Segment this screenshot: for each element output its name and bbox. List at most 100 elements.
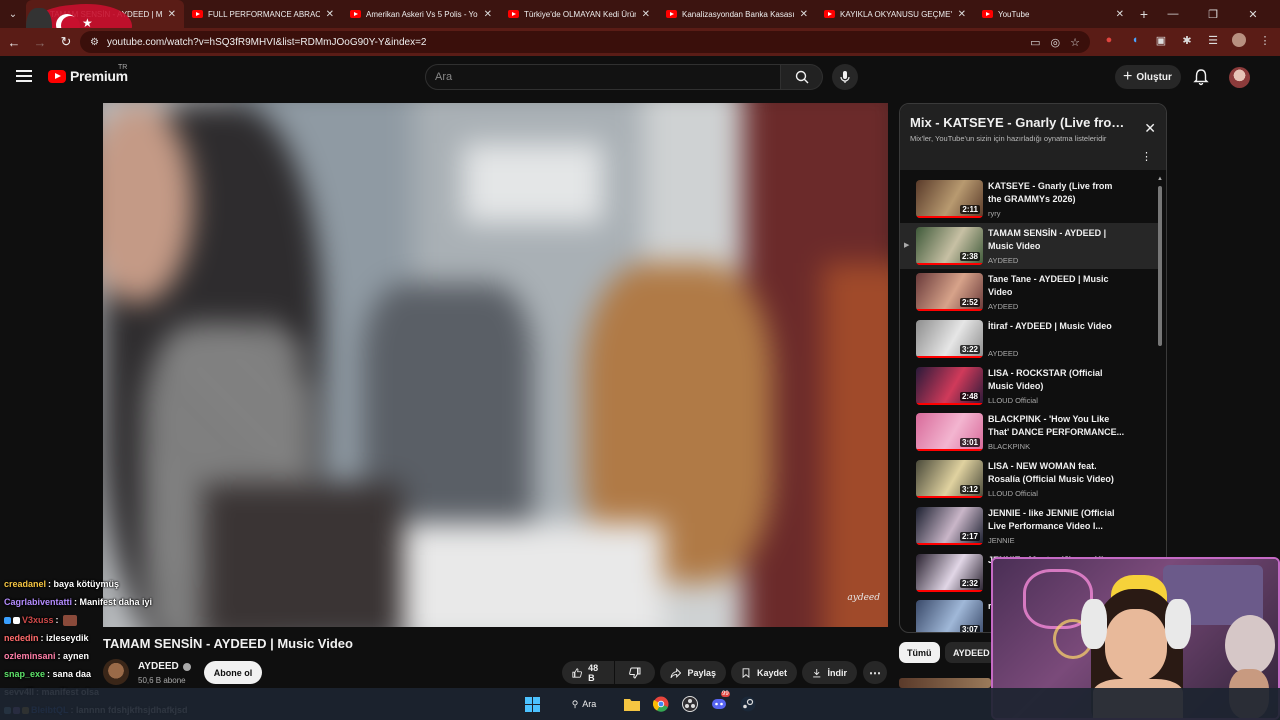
video-player[interactable]: aydeed	[103, 103, 888, 627]
playlist-item-title: İtiraf - AYDEED | Music Video	[988, 321, 1112, 332]
playlist-item-title: Tane Tane - AYDEED | Music Video	[988, 274, 1109, 298]
reload-icon[interactable]: ↻	[52, 28, 80, 56]
playlist-item-channel: ryry	[988, 209, 1001, 218]
create-button[interactable]: + Oluştur	[1115, 65, 1181, 89]
dislike-button[interactable]	[615, 661, 655, 684]
playlist-item[interactable]: 3:01 BLACKPINK - 'How You Like That' DANC…	[900, 409, 1158, 456]
playlist-thumbnail[interactable]: 3:07	[916, 600, 983, 632]
extension-audio-icon[interactable]: ◖	[1128, 33, 1142, 47]
playlist-thumbnail[interactable]: 3:12	[916, 460, 983, 499]
account-avatar[interactable]	[1229, 67, 1250, 88]
browser-tab[interactable]: YouTube ✕	[974, 0, 1132, 28]
chat-username[interactable]: ozleminsani	[4, 651, 56, 661]
save-button[interactable]: Kaydet	[731, 661, 797, 684]
like-button[interactable]: 48 B	[562, 661, 614, 684]
download-button[interactable]: İndir	[802, 661, 857, 684]
playlist-thumbnail[interactable]: 2:48	[916, 366, 983, 405]
browser-menu-icon[interactable]: ⋮	[1258, 33, 1272, 47]
playlist-thumbnail[interactable]: 2:52	[916, 273, 983, 312]
taskbar-search-label: Ara	[582, 699, 597, 709]
playlist-thumbnail[interactable]: 3:22	[916, 320, 983, 359]
youtube-play-icon	[48, 69, 66, 83]
playlist-more-icon[interactable]: ⋮	[1141, 150, 1152, 163]
playlist-thumbnail[interactable]: 2:11	[916, 180, 983, 218]
menu-hamburger-icon[interactable]	[16, 70, 32, 82]
browser-tab[interactable]: FULL PERFORMANCE ABRACAD ✕	[184, 0, 342, 28]
youtube-premium-logo[interactable]: Premium TR	[48, 64, 128, 84]
tab-title: Türkiye'de OLMAYAN Kedi Ürün	[524, 9, 636, 19]
extension-box-icon[interactable]: ▣	[1154, 33, 1168, 47]
scrollbar-thumb[interactable]	[1158, 186, 1162, 346]
playlist-thumbnail[interactable]: 2:32	[916, 553, 983, 592]
extensions-puzzle-icon[interactable]: ✱	[1180, 33, 1194, 47]
minimize-icon[interactable]: —	[1153, 0, 1193, 28]
tab-close-icon[interactable]: ✕	[958, 9, 966, 20]
obs-icon[interactable]	[681, 695, 699, 713]
window-close-icon[interactable]: ✕	[1233, 0, 1273, 28]
playlist-title[interactable]: Mix - KATSEYE - Gnarly (Live from...	[910, 115, 1125, 130]
tab-close-icon[interactable]: ✕	[168, 9, 176, 20]
chat-username[interactable]: snap_exe	[4, 669, 45, 679]
playlist-thumbnail[interactable]: 2:38	[916, 226, 983, 265]
steam-icon[interactable]	[739, 695, 757, 713]
bookmark-star-icon[interactable]: ☆	[1070, 36, 1080, 49]
thumbs-down-icon	[629, 667, 641, 679]
voice-search-button[interactable]	[832, 64, 858, 90]
youtube-favicon-icon	[508, 10, 519, 18]
tab-close-icon[interactable]: ✕	[326, 9, 334, 20]
chat-username[interactable]: creadanel	[4, 579, 46, 589]
search-button[interactable]	[781, 64, 823, 90]
file-explorer-icon[interactable]	[623, 695, 641, 713]
filter-chip[interactable]: Tümü	[899, 642, 940, 663]
chrome-icon[interactable]	[652, 695, 670, 713]
chat-username[interactable]: Cagrlabiventatti	[4, 597, 72, 607]
create-label: Oluştur	[1136, 71, 1172, 83]
playlist-thumbnail[interactable]: 2:17	[916, 506, 983, 545]
share-button[interactable]: Paylaş	[660, 661, 726, 684]
site-settings-icon[interactable]: ⚙	[90, 37, 99, 48]
taskbar-search[interactable]: ⚲ Ara	[560, 695, 608, 713]
playlist-item-title: BLACKPINK - 'How You Like That' DANCE PE…	[988, 414, 1125, 438]
tab-close-icon[interactable]: ✕	[642, 9, 650, 20]
close-icon[interactable]: ✕	[1144, 120, 1156, 137]
windows-taskbar: ⚲ Ara 99	[0, 688, 1280, 720]
youtube-header: Premium TR + Oluştur	[0, 56, 1280, 100]
watched-progress-bar	[916, 216, 983, 218]
playlist-item[interactable]: ▶ 2:38 TAMAM SENSİN - AYDEED | Music Video…	[900, 222, 1158, 270]
windows-start-icon[interactable]	[523, 695, 541, 713]
discord-icon[interactable]: 99	[710, 691, 730, 713]
search-box	[425, 64, 823, 90]
more-actions-icon[interactable]: ⋯	[863, 661, 887, 684]
forward-arrow-icon[interactable]: →	[26, 28, 54, 56]
extension-red-icon[interactable]: ●	[1102, 33, 1116, 47]
playlist-item[interactable]: 2:48 LISA - ROCKSTAR (Official Music Vide…	[900, 363, 1158, 410]
related-video-thumbnail[interactable]	[899, 678, 991, 688]
playlist-item[interactable]: 2:52 Tane Tane - AYDEED | Music Video AYDE…	[900, 269, 1158, 316]
browser-tab[interactable]: KAYIKLA OKYANUSU GEÇMEYE ✕	[816, 0, 974, 28]
eye-off-icon[interactable]: ◎	[1051, 36, 1061, 49]
playlist-item[interactable]: 3:12 LISA - NEW WOMAN feat. Rosalía (Offi…	[900, 456, 1158, 503]
notifications-bell-icon[interactable]	[1193, 68, 1209, 86]
chat-message: creadanel: baya kötüymüş	[0, 575, 300, 593]
video-duration: 3:22	[959, 345, 980, 355]
cast-icon[interactable]: ▭	[1030, 36, 1040, 49]
address-bar[interactable]: ⚙ youtube.com/watch?v=hSQ3fR9MHVI&list=R…	[80, 31, 1090, 53]
browser-profile-avatar[interactable]	[1232, 33, 1246, 47]
search-input[interactable]	[425, 64, 781, 90]
tab-close-icon[interactable]: ✕	[1116, 9, 1124, 20]
tab-groups-icon[interactable]: ☰	[1206, 33, 1220, 47]
browser-tab[interactable]: Amerikan Askeri Vs 5 Polis - Yo ✕	[342, 0, 500, 28]
tab-close-icon[interactable]: ✕	[484, 9, 492, 20]
browser-tab[interactable]: Türkiye'de OLMAYAN Kedi Ürün ✕	[500, 0, 658, 28]
tab-close-icon[interactable]: ✕	[800, 9, 808, 20]
playlist-item[interactable]: 3:22 İtiraf - AYDEED | Music Video AYDEED	[900, 316, 1158, 363]
playlist-item[interactable]: 2:11 KATSEYE - Gnarly (Live from the GRAM…	[900, 176, 1158, 223]
playlist-thumbnail[interactable]: 3:01	[916, 413, 983, 452]
watched-progress-bar	[916, 449, 983, 452]
browser-tab[interactable]: Kanalizasyondan Banka Kasasın ✕	[658, 0, 816, 28]
back-arrow-icon[interactable]: ←	[0, 28, 28, 56]
chat-username[interactable]: V3xuss	[22, 615, 54, 625]
playlist-item[interactable]: 2:17 JENNIE - like JENNIE (Official Live …	[900, 503, 1158, 550]
restore-icon[interactable]: ❐	[1193, 0, 1233, 28]
chat-username[interactable]: nededin	[4, 633, 39, 643]
